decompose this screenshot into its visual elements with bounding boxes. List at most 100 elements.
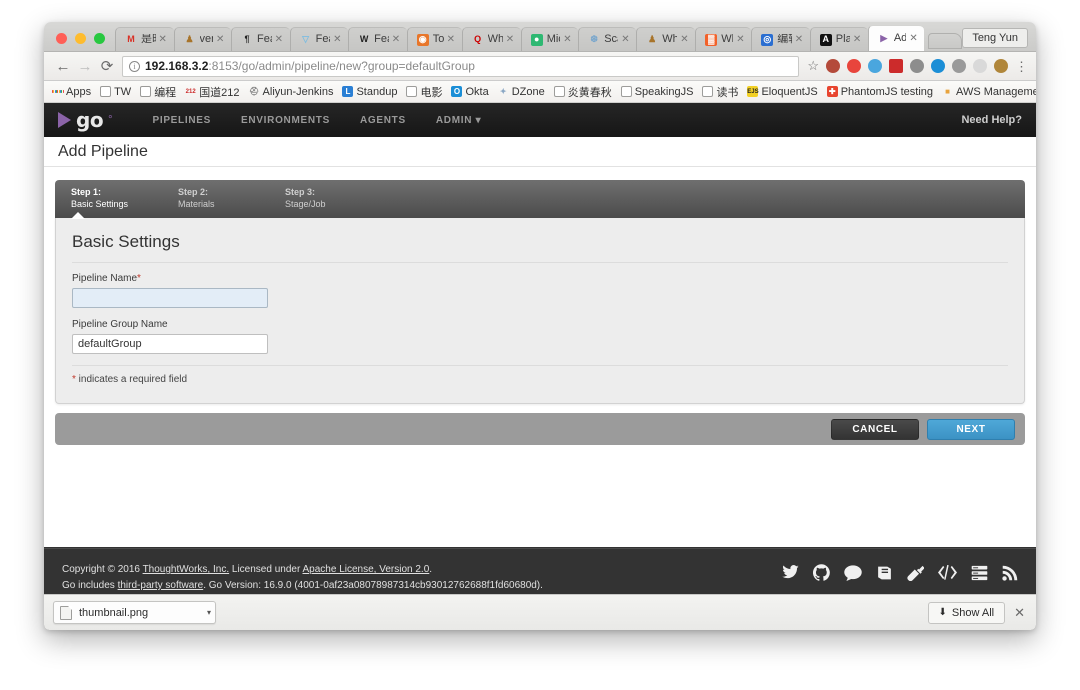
extension-icon[interactable] [868, 59, 882, 73]
next-button[interactable]: NEXT [927, 418, 1015, 440]
rss-icon[interactable] [1002, 565, 1018, 581]
bookmark-item[interactable]: ⛑ Aliyun-Jenkins [249, 86, 334, 98]
browser-tab[interactable]: ♟ vers✕ [173, 27, 232, 51]
extension-icon[interactable] [910, 59, 924, 73]
bookmark-star-icon[interactable]: ☆ [807, 58, 819, 74]
extension-icon[interactable] [889, 59, 903, 73]
bookmark-item[interactable]: O Okta [451, 86, 489, 98]
extension-icon[interactable] [973, 59, 987, 73]
bookmark-item[interactable]: EJS EloquentJS [747, 86, 817, 98]
tab-close-icon[interactable]: ✕ [563, 34, 572, 45]
tab-close-icon[interactable]: ✕ [621, 34, 630, 45]
wizard-step-1[interactable]: Step 1: Basic Settings [71, 187, 178, 211]
tab-close-icon[interactable]: ✕ [795, 34, 804, 45]
show-all-downloads-button[interactable]: ⬇ Show All [927, 601, 1006, 624]
site-info-icon[interactable]: i [129, 60, 140, 72]
bookmark-item[interactable]: L Standup [342, 86, 397, 98]
nav-item-pipelines[interactable]: PIPELINES [152, 115, 211, 126]
code-icon[interactable] [938, 565, 957, 580]
browser-tab[interactable]: ◉Top✕ [406, 27, 462, 51]
download-item[interactable]: thumbnail.png ▾ [53, 601, 216, 624]
browser-tab[interactable]: ●Micr✕ [520, 27, 579, 51]
bookmark-item[interactable]: 电影 [406, 84, 442, 100]
browser-tab[interactable]: ▶ Add✕ [867, 25, 925, 51]
bookmark-item[interactable]: ■ AWS Management C... [942, 86, 1036, 98]
bookmark-item[interactable]: 炎黄春秋 [553, 84, 612, 100]
extension-icon[interactable] [847, 59, 861, 73]
footer-social-icons [782, 562, 1018, 581]
form-field: Pipeline Name* [72, 273, 1008, 308]
download-menu-caret-icon[interactable]: ▾ [203, 608, 211, 617]
tab-close-icon[interactable]: ✕ [506, 34, 515, 45]
tab-label: Whi [721, 34, 733, 45]
new-tab-button[interactable] [928, 33, 963, 49]
tab-favicon: M [127, 34, 135, 44]
bookmark-item[interactable]: ✚ PhantomJS testing [826, 86, 933, 98]
reload-button[interactable]: ⟳ [96, 59, 118, 74]
extension-icon[interactable] [826, 59, 840, 73]
browser-tab[interactable]: ▓Whi✕ [695, 27, 752, 51]
plug-icon[interactable] [907, 565, 924, 581]
book-icon[interactable] [876, 565, 893, 581]
apache-license-link[interactable]: Apache License, Version 2.0 [303, 564, 430, 575]
gocd-logo[interactable]: go ° [58, 110, 112, 130]
browser-tab[interactable]: Q Wha✕ [461, 27, 521, 51]
forward-button[interactable]: → [74, 59, 96, 74]
bookmark-favicon [553, 86, 565, 97]
github-icon[interactable] [813, 564, 830, 581]
browser-tab[interactable]: W Feat✕ [348, 27, 407, 51]
tab-label: Feat [257, 34, 272, 45]
browser-tab[interactable]: ❆ Scal✕ [578, 27, 637, 51]
tab-close-icon[interactable]: ✕ [853, 34, 862, 45]
address-bar[interactable]: i 192.168.3.2 :8153/go/admin/pipeline/ne… [122, 55, 800, 77]
twitter-icon[interactable] [782, 565, 799, 580]
bookmark-item[interactable]: ✦ DZone [498, 86, 545, 98]
tab-close-icon[interactable]: ✕ [680, 34, 689, 45]
tab-close-icon[interactable]: ✕ [159, 34, 168, 45]
nav-item-agents[interactable]: AGENTS [360, 115, 406, 126]
back-button[interactable]: ← [52, 59, 74, 74]
nav-item-admin[interactable]: ADMIN ▾ [436, 115, 481, 126]
tab-close-icon[interactable]: ✕ [447, 34, 456, 45]
download-shelf: thumbnail.png ▾ ⬇ Show All ✕ [44, 594, 1036, 630]
third-party-software-link[interactable]: third-party software [118, 580, 204, 591]
close-window-button[interactable] [56, 33, 67, 44]
profile-button[interactable]: Teng Yun [962, 28, 1028, 48]
maximize-window-button[interactable] [94, 33, 105, 44]
wizard-step-2[interactable]: Step 2: Materials [178, 187, 285, 211]
bookmark-item[interactable]: TW [100, 86, 131, 98]
pipeline-name-input[interactable] [72, 288, 268, 308]
bookmark-item[interactable]: SpeakingJS [620, 86, 693, 98]
extension-icon[interactable] [931, 59, 945, 73]
tab-close-icon[interactable]: ✕ [275, 34, 284, 45]
nav-item-environments[interactable]: ENVIRONMENTS [241, 115, 330, 126]
chrome-menu-icon[interactable]: ⋮ [1015, 60, 1028, 73]
browser-tab[interactable]: ♟ Wha✕ [636, 27, 696, 51]
server-icon[interactable] [971, 565, 988, 581]
thoughtworks-link[interactable]: ThoughtWorks, Inc. [143, 564, 230, 575]
tab-close-icon[interactable]: ✕ [909, 33, 918, 44]
browser-tab[interactable]: ¶ Feat✕ [231, 27, 290, 51]
tab-close-icon[interactable]: ✕ [392, 34, 401, 45]
pipeline-group-name-input[interactable] [72, 334, 268, 354]
browser-tab[interactable]: M 是时✕ [115, 27, 174, 51]
close-shelf-icon[interactable]: ✕ [1014, 605, 1027, 621]
browser-tab[interactable]: ◎编辑✕ [751, 27, 810, 51]
bookmark-item[interactable]: 编程 [140, 84, 176, 100]
browser-tab[interactable]: APlay✕ [809, 27, 868, 51]
bookmark-item[interactable]: Apps [52, 86, 91, 98]
bookmark-item[interactable]: 212 国道212 [185, 84, 240, 100]
browser-tab[interactable]: ▽ Feat✕ [289, 27, 349, 51]
need-help-link[interactable]: Need Help? [961, 114, 1022, 126]
chat-icon[interactable] [844, 564, 862, 581]
bookmarks-bar: Apps TW 编程 212 国道212 ⛑ Aliyun-Jenkins L Standup 电… [44, 81, 1036, 103]
tab-close-icon[interactable]: ✕ [216, 34, 225, 45]
wizard-step-3[interactable]: Step 3: Stage/Job [285, 187, 392, 211]
bookmark-item[interactable]: 读书 [702, 84, 738, 100]
extension-icon[interactable] [952, 59, 966, 73]
minimize-window-button[interactable] [75, 33, 86, 44]
tab-close-icon[interactable]: ✕ [736, 34, 745, 45]
extension-icon[interactable] [994, 59, 1008, 73]
tab-close-icon[interactable]: ✕ [333, 34, 342, 45]
cancel-button[interactable]: CANCEL [831, 418, 919, 440]
